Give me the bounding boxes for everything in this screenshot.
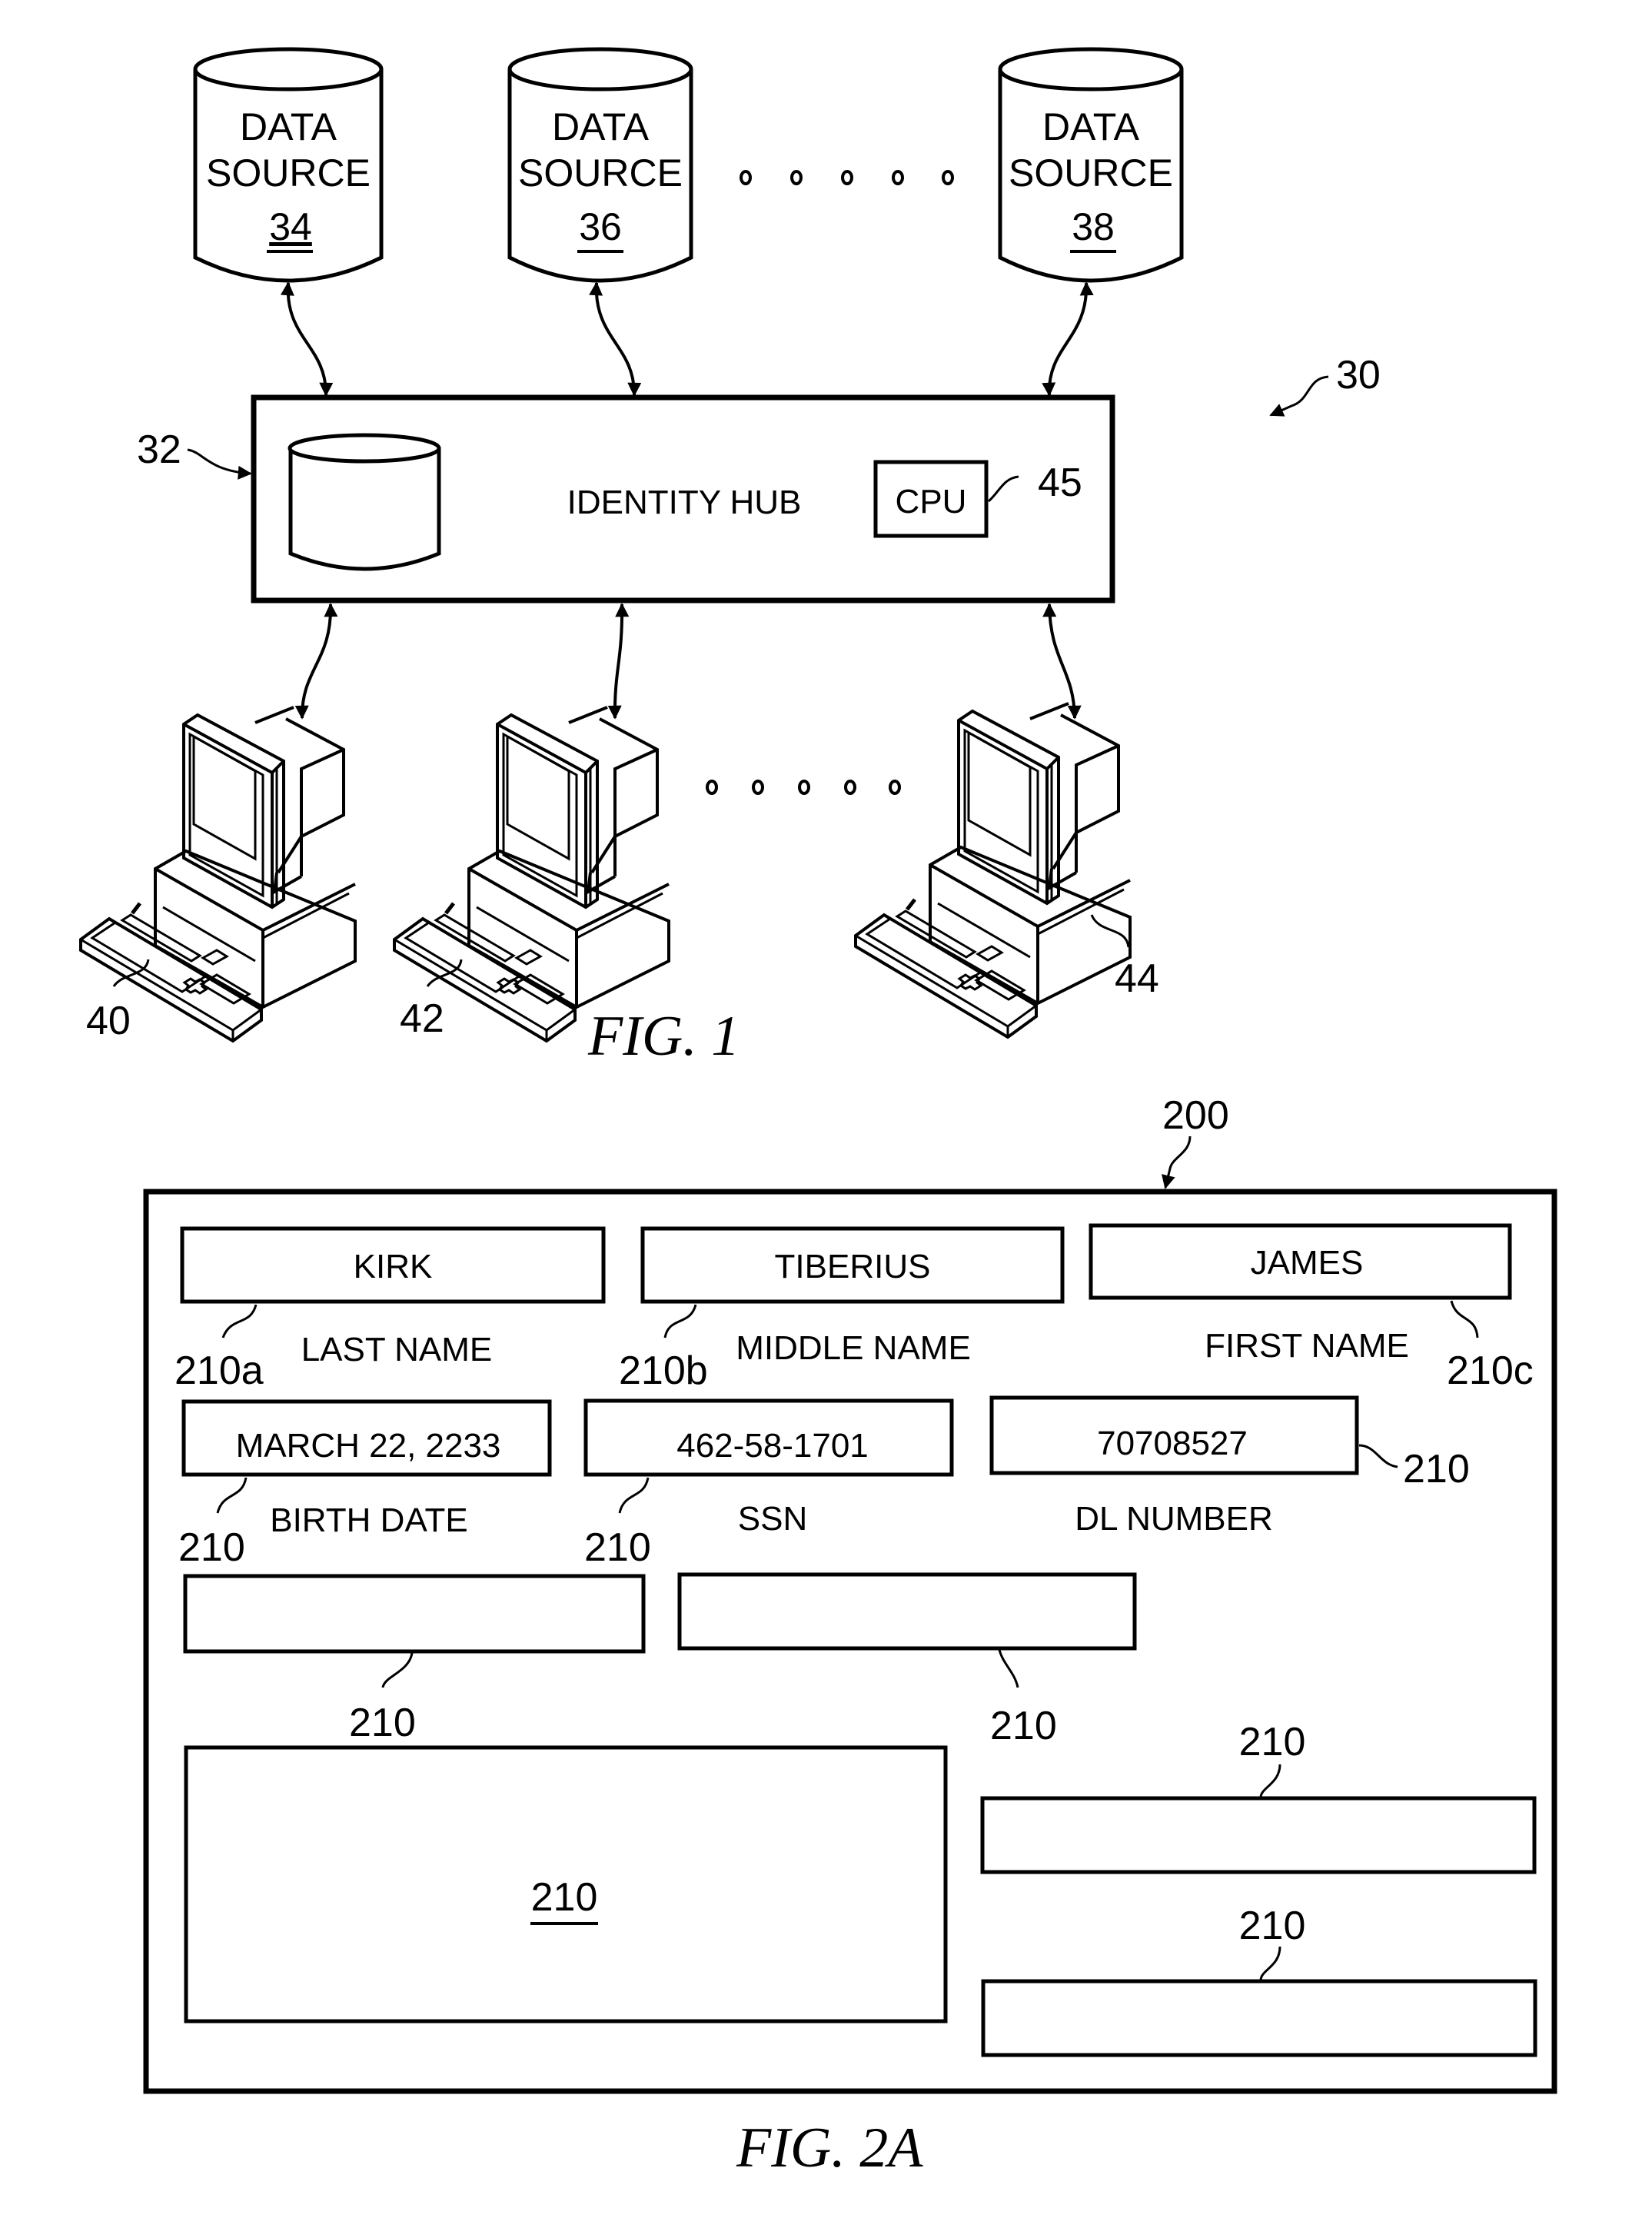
field-ref: 210c: [1447, 1348, 1534, 1393]
data-source-label-line2: SOURCE: [1009, 151, 1173, 195]
computer-ref: 44: [1115, 956, 1159, 1001]
data-source-label-line1: DATA: [1042, 105, 1140, 148]
connection-arrows-bottom: [294, 603, 1082, 720]
last-name-caption: LAST NAME: [301, 1331, 493, 1368]
dl-number-value: 70708527: [1097, 1425, 1248, 1462]
data-source-36: DATA SOURCE 36: [507, 47, 693, 283]
dl-number-caption: DL NUMBER: [1075, 1500, 1273, 1538]
computer-icon: [856, 703, 1130, 1037]
computer-ref: 40: [86, 999, 131, 1043]
field-ref: 210: [1239, 1904, 1306, 1948]
large-field: 210: [184, 1745, 948, 2023]
first-name-value: JAMES: [1251, 1244, 1364, 1282]
blank-field[interactable]: [183, 1574, 646, 1654]
last-name-value: KIRK: [354, 1248, 433, 1285]
birth-date-caption: BIRTH DATE: [270, 1501, 468, 1539]
ellipsis-dots-computers: [706, 780, 901, 795]
cpu-box: CPU: [873, 460, 989, 538]
computer-icon: [81, 707, 355, 1041]
data-source-label-line1: DATA: [240, 105, 337, 148]
data-source-ref: 34: [269, 205, 312, 248]
screen-ref: 200: [1162, 1093, 1229, 1138]
data-source-ref: 36: [579, 205, 622, 248]
field-ref: 210: [1403, 1447, 1470, 1491]
field-ref: 210b: [619, 1348, 708, 1393]
first-name-caption: FIRST NAME: [1205, 1327, 1409, 1365]
blank-field[interactable]: [980, 1796, 1537, 1874]
ssn-value: 462-58-1701: [676, 1427, 869, 1465]
data-source-38: DATA SOURCE 38: [998, 47, 1184, 283]
system-ref-arrow: [1269, 375, 1329, 417]
data-source-label-line2: SOURCE: [206, 151, 371, 195]
ellipsis-dots-data-sources: [740, 170, 954, 185]
connection-arrows-top: [280, 281, 1094, 397]
cpu-ref: 45: [1038, 461, 1082, 505]
identity-hub: IDENTITY HUB CPU 45 32: [137, 394, 1115, 604]
blank-field[interactable]: [677, 1572, 1137, 1651]
hub-database-icon: [288, 433, 441, 571]
field-ref: 210: [178, 1525, 245, 1570]
identity-hub-label: IDENTITY HUB: [567, 484, 802, 521]
figure-1-caption: FIG. 1: [587, 1005, 740, 1068]
blank-field[interactable]: [981, 1979, 1537, 2057]
middle-name-value: TIBERIUS: [775, 1248, 931, 1285]
data-source-ref: 38: [1072, 205, 1115, 248]
ssn-caption: SSN: [738, 1500, 807, 1538]
field-ref: 210: [990, 1704, 1057, 1748]
data-source-34: DATA SOURCE 34: [193, 47, 384, 283]
computer-40: 40: [81, 707, 355, 1043]
figure-2a: 200 KIRK LAST NAME 210a TIBERIUS MIDDLE …: [143, 1093, 1557, 2180]
field-ref: 210: [349, 1701, 416, 1745]
computer-ref: 42: [400, 996, 444, 1041]
figure-1: DATA SOURCE 34 DATA SOURCE 36 DATA SOURC…: [81, 47, 1381, 1068]
field-ref: 210a: [175, 1348, 264, 1393]
data-source-label-line1: DATA: [552, 105, 650, 148]
system-ref: 30: [1336, 353, 1381, 397]
patent-drawing-sheet: DATA SOURCE 34 DATA SOURCE 36 DATA SOURC…: [0, 47, 1557, 2180]
field-ref: 210: [584, 1525, 651, 1570]
figure-2a-caption: FIG. 2A: [736, 2117, 923, 2180]
computer-44: 44: [856, 703, 1159, 1037]
birth-date-value: MARCH 22, 2233: [236, 1427, 501, 1465]
field-ref: 210: [1239, 1720, 1306, 1764]
middle-name-caption: MIDDLE NAME: [736, 1329, 971, 1367]
computer-icon: [394, 707, 669, 1041]
screen-ref-arrow: [1162, 1136, 1192, 1189]
cpu-label: CPU: [896, 483, 967, 520]
field-ref: 210: [531, 1875, 598, 1920]
computer-42: 42: [394, 707, 669, 1041]
data-source-label-line2: SOURCE: [518, 151, 683, 195]
hub-ref: 32: [137, 427, 181, 472]
